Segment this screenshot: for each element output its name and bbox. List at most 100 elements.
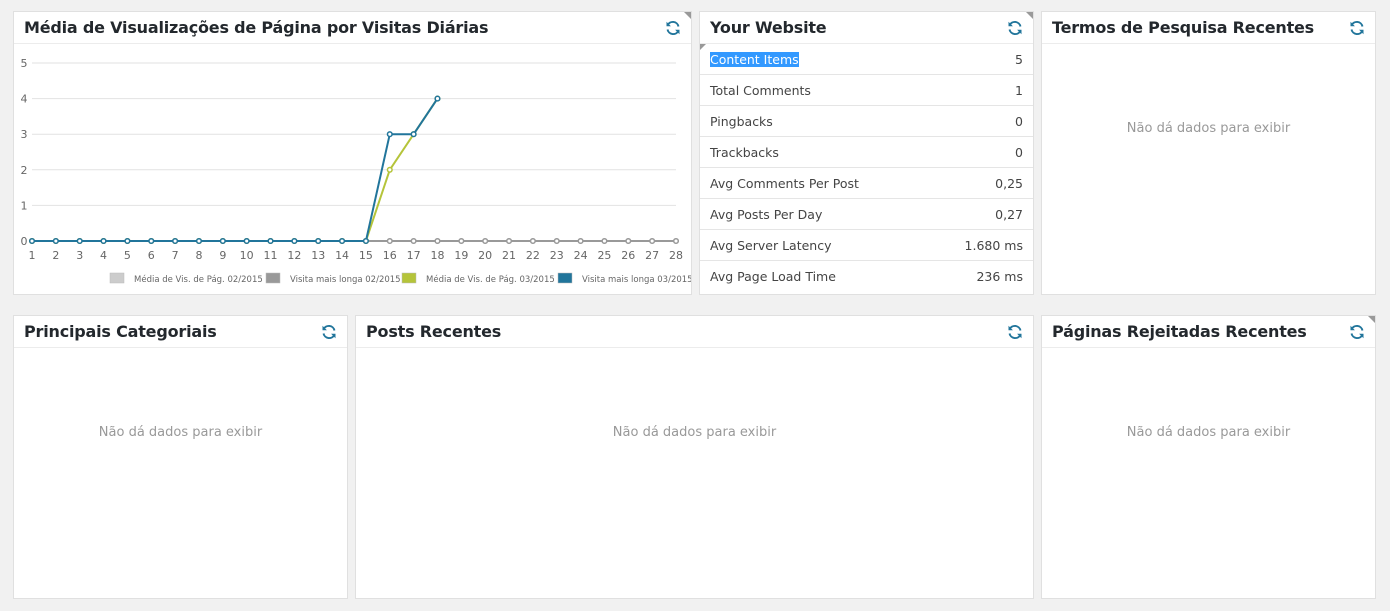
panel-corner-marker <box>1368 316 1375 323</box>
search-terms-panel-title: Termos de Pesquisa Recentes <box>1052 18 1315 37</box>
panel-corner-marker <box>684 12 691 19</box>
x-tick-label: 19 <box>454 249 468 262</box>
data-point <box>195 237 203 245</box>
x-tick-label: 22 <box>526 249 540 262</box>
refresh-icon[interactable] <box>321 324 337 340</box>
data-point <box>386 237 393 245</box>
refresh-icon[interactable] <box>1349 324 1365 340</box>
data-point <box>291 237 298 245</box>
stats-label: Avg Server Latency <box>710 237 832 253</box>
website-panel-title: Your Website <box>710 18 827 37</box>
legend-swatch <box>109 272 125 284</box>
categories-panel-title: Principais Categoriais <box>24 322 217 341</box>
x-tick-label: 5 <box>124 249 131 262</box>
pageviews-panel-header: Média de Visualizações de Página por Vis… <box>14 12 691 44</box>
data-point <box>100 237 107 245</box>
legend-label: Média de Vis. de Pág. 02/2015 <box>134 274 263 285</box>
stats-row-avg-posts-per-day: Avg Posts Per Day 0,27 <box>700 199 1033 230</box>
categories-panel: Principais Categoriais Não dá dados para… <box>13 315 348 599</box>
stats-value: 0,27 <box>995 206 1023 222</box>
stats-row-content-items: Content Items 5 <box>700 44 1033 75</box>
data-point <box>386 166 393 173</box>
stats-label: Avg Comments Per Post <box>710 175 859 191</box>
data-point <box>243 237 250 245</box>
stats-row-avg-server-latency: Avg Server Latency 1.680 ms <box>700 230 1033 261</box>
x-tick-label: 18 <box>430 249 444 262</box>
data-point <box>672 237 680 245</box>
website-stats-list: Content Items 5 Total Comments 1 Pingbacks… <box>700 44 1033 292</box>
y-tick-label: 0 <box>21 235 28 248</box>
data-point <box>553 237 560 245</box>
x-tick-label: 3 <box>76 249 83 262</box>
x-tick-label: 25 <box>597 249 611 262</box>
y-tick-label: 5 <box>21 57 28 70</box>
data-point <box>315 237 322 245</box>
pageviews-panel-title: Média de Visualizações de Página por Vis… <box>24 18 489 37</box>
x-tick-label: 24 <box>574 249 588 262</box>
panel-corner-marker <box>1026 12 1033 19</box>
refresh-icon[interactable] <box>665 20 681 36</box>
x-tick-label: 9 <box>219 249 226 262</box>
data-point <box>625 237 632 245</box>
panel-corner-marker <box>700 44 706 50</box>
pageviews-panel: Média de Visualizações de Página por Vis… <box>13 11 692 295</box>
data-point <box>434 95 441 102</box>
stats-label: Trackbacks <box>710 144 779 160</box>
rejected-pages-panel-title: Páginas Rejeitadas Recentes <box>1052 322 1307 341</box>
empty-message: Não dá dados para exibir <box>98 425 263 440</box>
stats-value: 1 <box>1015 82 1023 98</box>
x-tick-label: 12 <box>287 249 301 262</box>
data-point <box>434 237 441 245</box>
y-tick-label: 2 <box>21 164 28 177</box>
pageviews-chart: 0123451 2 3 4 5 6 7 8 9 10 11 12 13 14 15 16 17 18 19 20 21 2… <box>21 57 692 285</box>
search-terms-panel: Termos de Pesquisa Recentes Não dá dados… <box>1041 11 1376 295</box>
stats-label: Pingbacks <box>710 113 773 129</box>
data-point <box>482 237 489 245</box>
recent-posts-panel-title: Posts Recentes <box>366 322 502 341</box>
data-point <box>458 237 465 245</box>
x-tick-label: 6 <box>148 249 155 262</box>
stats-row-total-comments: Total Comments 1 <box>700 75 1033 106</box>
x-tick-label: 20 <box>478 249 492 262</box>
x-tick-label: 7 <box>172 249 179 262</box>
x-tick-label: 11 <box>264 249 278 262</box>
refresh-icon[interactable] <box>1349 20 1365 36</box>
search-terms-panel-header: Termos de Pesquisa Recentes <box>1042 12 1375 44</box>
data-point <box>172 237 179 245</box>
data-point <box>219 237 226 245</box>
empty-message: Não dá dados para exibir <box>1126 425 1291 440</box>
stats-value: 0 <box>1015 144 1023 160</box>
legend-swatch <box>557 272 573 284</box>
recent-posts-panel-header: Posts Recentes <box>356 316 1033 348</box>
data-point <box>529 237 536 245</box>
data-point <box>505 237 513 245</box>
stats-row-pingbacks: Pingbacks 0 <box>700 106 1033 137</box>
data-point <box>410 237 417 245</box>
rejected-pages-panel-header: Páginas Rejeitadas Recentes <box>1042 316 1375 348</box>
x-tick-label: 21 <box>502 249 516 262</box>
x-tick-label: 23 <box>550 249 564 262</box>
data-point <box>649 237 656 245</box>
legend-label: Visita mais longa 03/2015 <box>582 275 691 285</box>
y-tick-label: 4 <box>21 93 28 106</box>
x-tick-label: 1 <box>29 249 36 262</box>
stats-row-avg-comments-per-post: Avg Comments Per Post 0,25 <box>700 168 1033 199</box>
stats-row-trackbacks: Trackbacks 0 <box>700 137 1033 168</box>
legend-swatch <box>265 272 281 284</box>
x-tick-label: 13 <box>311 249 325 262</box>
stats-value: 0 <box>1015 113 1023 129</box>
x-tick-label: 17 <box>407 249 421 262</box>
data-point <box>339 237 346 245</box>
website-panel-header: Your Website <box>700 12 1033 44</box>
refresh-icon[interactable] <box>1007 20 1023 36</box>
data-point <box>148 237 155 245</box>
x-tick-label: 14 <box>335 249 349 262</box>
stats-label: Content Items <box>710 51 799 67</box>
stats-label: Avg Posts Per Day <box>710 206 823 222</box>
data-point <box>267 237 274 245</box>
y-tick-label: 3 <box>21 128 28 141</box>
stats-value: 236 ms <box>976 269 1023 284</box>
empty-message: Não dá dados para exibir <box>612 425 777 440</box>
refresh-icon[interactable] <box>1007 324 1023 340</box>
x-tick-label: 10 <box>240 249 254 262</box>
